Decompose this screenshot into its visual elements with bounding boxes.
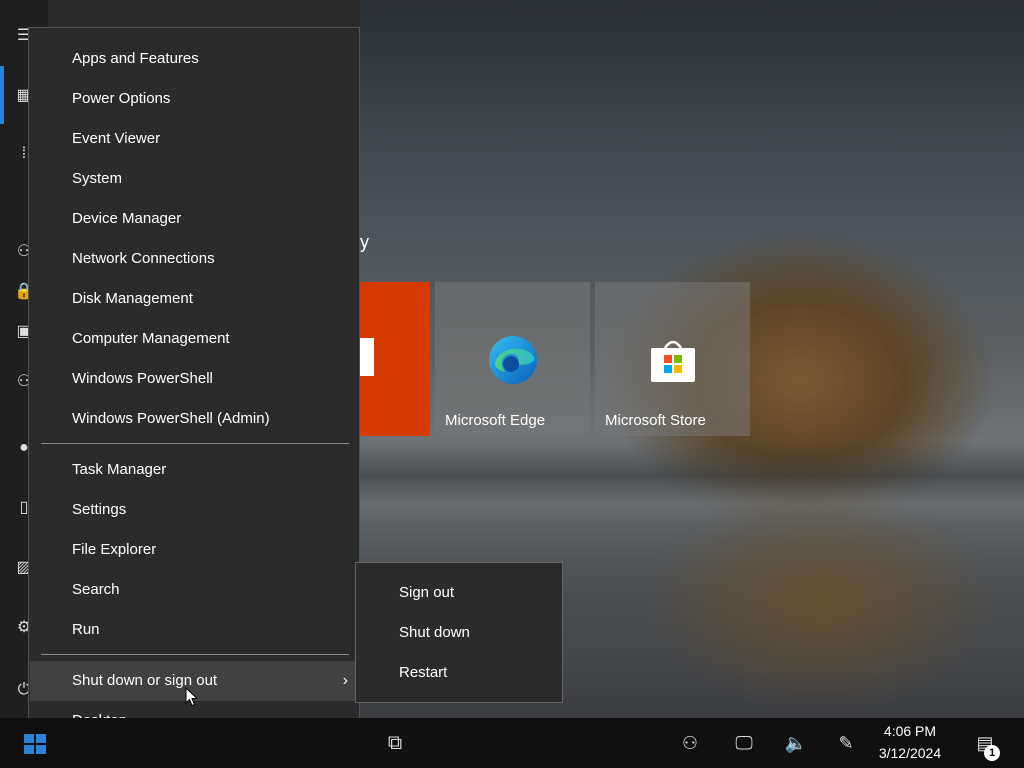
menu-item-power-options[interactable]: Power Options: [30, 79, 358, 119]
menu-item-device-manager[interactable]: Device Manager: [30, 199, 358, 239]
submenu-item-shut-down[interactable]: Shut down: [357, 613, 561, 653]
submenu-item-restart[interactable]: Restart: [357, 653, 561, 693]
menu-item-settings[interactable]: Settings: [30, 490, 358, 530]
tile-office[interactable]: [360, 282, 430, 436]
office-icon: [360, 338, 374, 376]
shutdown-submenu: Sign out Shut down Restart: [355, 562, 563, 703]
menu-item-computer-management[interactable]: Computer Management: [30, 319, 358, 359]
tile-microsoft-edge[interactable]: Microsoft Edge: [435, 282, 590, 436]
tile-microsoft-store[interactable]: Microsoft Store: [595, 282, 750, 436]
pen-workspace-icon[interactable]: ✎: [832, 730, 860, 756]
task-view-icon[interactable]: ⧉: [380, 730, 410, 756]
menu-separator: [41, 654, 349, 655]
wallpaper-horizon: [360, 440, 1024, 530]
edge-icon: [489, 336, 537, 384]
menu-item-event-viewer[interactable]: Event Viewer: [30, 119, 358, 159]
rail-active-indicator: [0, 66, 4, 124]
store-icon: [651, 340, 695, 382]
menu-item-system[interactable]: System: [30, 159, 358, 199]
clock-date[interactable]: 3/12/2024: [870, 745, 950, 761]
mouse-cursor-icon: [185, 687, 199, 707]
taskbar: ⧉ ⚇ 🖵 🔈 ✎ 4:06 PM 3/12/2024 ▤ 1: [0, 718, 1024, 768]
menu-item-network-connections[interactable]: Network Connections: [30, 239, 358, 279]
menu-item-search[interactable]: Search: [30, 570, 358, 610]
menu-item-file-explorer[interactable]: File Explorer: [30, 530, 358, 570]
power-user-menu: Apps and Features Power Options Event Vi…: [28, 27, 360, 749]
menu-item-run[interactable]: Run: [30, 610, 358, 650]
volume-muted-icon[interactable]: 🔈: [782, 730, 810, 756]
windows-start-icon[interactable]: [22, 730, 48, 756]
menu-item-apps-and-features[interactable]: Apps and Features: [30, 39, 358, 79]
people-icon[interactable]: ⚇: [676, 730, 704, 756]
notification-count-badge: 1: [984, 745, 1000, 761]
menu-item-disk-management[interactable]: Disk Management: [30, 279, 358, 319]
menu-item-windows-powershell-admin[interactable]: Windows PowerShell (Admin): [30, 399, 358, 439]
menu-separator: [41, 443, 349, 444]
tile-label: Microsoft Edge: [445, 412, 546, 429]
submenu-item-sign-out[interactable]: Sign out: [357, 573, 561, 613]
clock-time[interactable]: 4:06 PM: [870, 723, 950, 739]
menu-item-task-manager[interactable]: Task Manager: [30, 450, 358, 490]
menu-item-windows-powershell[interactable]: Windows PowerShell: [30, 359, 358, 399]
chevron-right-icon: ›: [342, 672, 348, 689]
tile-label: Microsoft Store: [605, 412, 706, 429]
network-icon[interactable]: 🖵: [730, 730, 758, 756]
